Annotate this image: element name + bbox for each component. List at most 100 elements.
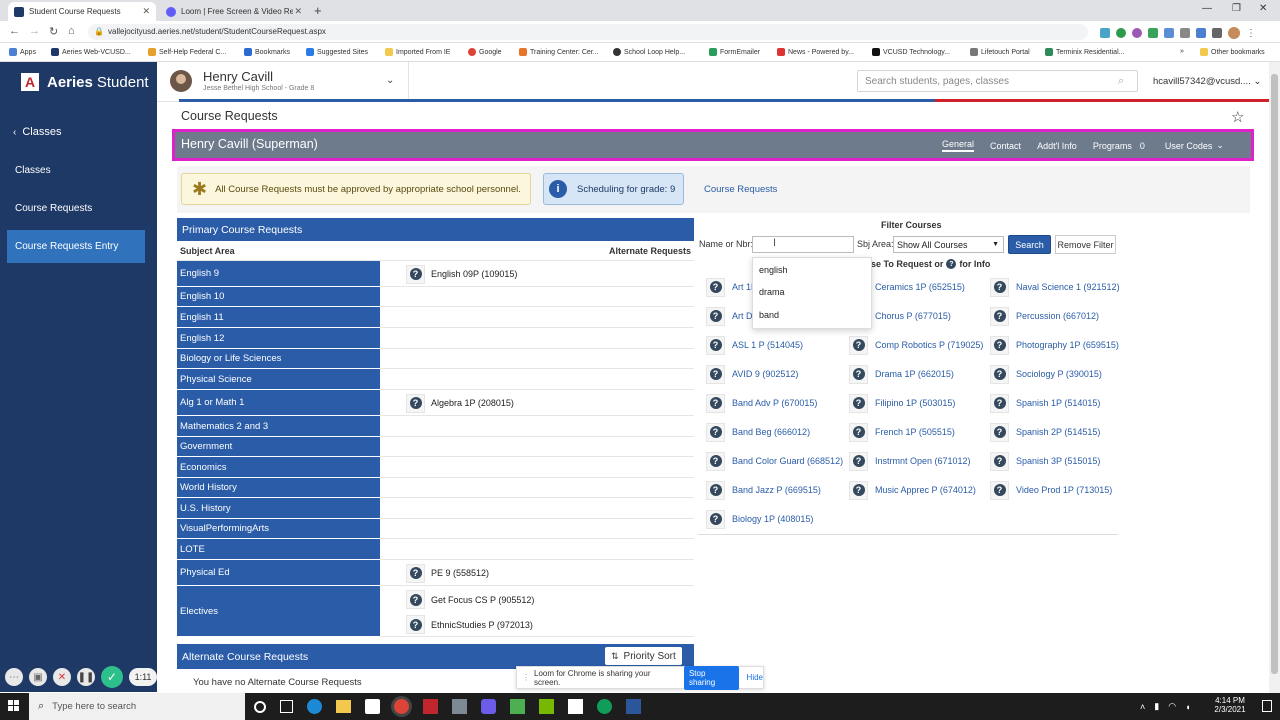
reload-icon[interactable]: ↻ [49,25,58,38]
available-course[interactable]: ? Percussion (667012) [990,303,1099,329]
finish-recording-icon[interactable]: ✓ [101,666,123,688]
bookmarks-overflow-icon[interactable]: » [1180,48,1184,55]
chrome-icon[interactable] [394,699,409,714]
course-info-button[interactable]: ? [990,480,1009,500]
app-icon[interactable] [452,699,467,714]
extension-icon[interactable] [1164,28,1174,38]
available-course[interactable]: ? Band Jazz P (669515) [706,477,821,503]
course-info-button[interactable]: ? [990,306,1009,326]
app-icon[interactable] [481,699,496,714]
more-menu-icon[interactable]: ⋮ [1246,28,1256,39]
available-course-label[interactable]: Music Apprec P (674012) [875,485,976,495]
course-info-button[interactable]: ? [706,306,725,326]
course-info-button[interactable]: ? [406,264,425,284]
cancel-recording-icon[interactable]: ✕ [53,668,71,686]
available-course[interactable]: ? Art Di [706,303,755,329]
available-course-label[interactable]: Biology 1P (408015) [732,514,813,524]
course-info-button[interactable]: ? [706,393,725,413]
available-course-label[interactable]: Sociology P (390015) [1016,369,1102,379]
back-arrow-icon[interactable]: ← [9,25,20,37]
available-course[interactable]: ? Biology 1P (408015) [706,506,813,532]
sidebar-item-course-requests[interactable]: Course Requests [7,192,145,225]
available-course-label[interactable]: Band Adv P (670015) [732,398,817,408]
bookmark-item[interactable]: Lifetouch Portal [970,48,1030,56]
search-icon[interactable]: ⌕ [1118,75,1124,88]
tray-overflow-icon[interactable]: ˄ [1140,702,1145,712]
course-info-button[interactable]: ? [990,364,1009,384]
available-course[interactable]: ? Band Color Guard (668512) [706,448,843,474]
requested-course[interactable]: ? Get Focus CS P (905512) [406,590,534,609]
available-course[interactable]: ? Spanish 1P (514015) [990,390,1100,416]
windows-start-icon[interactable] [8,700,20,712]
available-course-label[interactable]: Chorus P (677015) [875,311,951,321]
student-switch-chevron-icon[interactable]: ⌄ [386,75,394,86]
course-info-button[interactable]: ? [406,615,425,634]
window-close-icon[interactable]: ✕ [1259,3,1267,14]
extension-icon[interactable] [1196,28,1206,38]
extension-icon[interactable] [1116,28,1126,38]
course-info-button[interactable]: ? [990,277,1009,297]
available-course-label[interactable]: French 1P (505515) [875,427,955,437]
clock[interactable]: 4:14 PM 2/3/2021 [1210,696,1250,714]
tab-programs[interactable]: Programs [1093,141,1132,151]
bookmark-item[interactable]: Apps [9,48,36,56]
course-info-button[interactable]: ? [706,480,725,500]
pause-icon[interactable]: ❚❚ [77,668,95,686]
available-course[interactable]: ? Sociology P (390015) [990,361,1102,387]
available-course-label[interactable]: Photography 1P (659515) [1016,340,1119,350]
bookmark-item[interactable]: Imported From IE [385,48,450,56]
stop-sharing-button[interactable]: Stop sharing [683,665,739,690]
available-course[interactable]: ? Band Beg (666012) [706,419,810,445]
remove-filter-button[interactable]: Remove Filter [1055,235,1116,254]
name-or-nbr-input[interactable] [752,236,854,253]
available-course-label[interactable]: AVID 9 (902512) [732,369,798,379]
course-info-button[interactable]: ? [990,422,1009,442]
restore-icon[interactable]: ❐ [1232,3,1241,14]
course-info-button[interactable]: ? [990,451,1009,471]
extension-icon[interactable] [1148,28,1158,38]
chevron-down-icon[interactable]: ⌄ [1216,140,1224,151]
available-course[interactable]: ? Spanish 3P (515015) [990,448,1100,474]
available-course-label[interactable]: Spanish 1P (514015) [1016,398,1100,408]
app-icon[interactable] [597,699,612,714]
close-tab-icon[interactable]: ✕ [294,6,302,17]
available-course[interactable]: ? Instrmnt Open (671012) [849,448,971,474]
course-info-button[interactable]: ? [406,563,425,583]
sidebar-item-course-requests-entry[interactable]: Course Requests Entry [7,230,145,263]
search-button[interactable]: Search [1008,235,1051,254]
aeries-brand[interactable]: A Aeries Student [0,62,157,102]
notification-icon[interactable] [1262,700,1272,712]
available-course-label[interactable]: Percussion (667012) [1016,311,1099,321]
available-course[interactable]: ? Band Adv P (670015) [706,390,817,416]
available-course[interactable]: ? Filipino 1P (503015) [849,390,955,416]
favorite-star-icon[interactable]: ☆ [1231,108,1244,126]
forward-arrow-icon[interactable]: → [29,25,40,37]
autocomplete-option[interactable]: band [759,310,779,320]
available-course[interactable]: ? Video Prod 1P (713015) [990,477,1112,503]
course-info-button[interactable]: ? [706,335,725,355]
requested-course[interactable]: ? PE 9 (558512) [406,563,489,583]
minimize-icon[interactable]: — [1202,3,1212,14]
course-info-button[interactable]: ? [706,422,725,442]
cortana-icon[interactable] [254,700,266,713]
requested-course[interactable]: ? Algebra 1P (208015) [406,393,514,413]
app-icon[interactable] [510,699,525,714]
available-course-label[interactable]: Band Jazz P (669515) [732,485,821,495]
more-icon[interactable]: ⋯ [5,668,23,686]
course-info-button[interactable]: ? [849,364,868,384]
course-info-button[interactable]: ? [849,451,868,471]
course-info-button[interactable]: ? [406,590,425,609]
wifi-icon[interactable]: ◠ [1168,701,1176,712]
file-explorer-icon[interactable] [336,700,351,713]
available-course-label[interactable]: Filipino 1P (503015) [875,398,955,408]
available-course[interactable]: ? Comp Robotics P (719025) [849,332,983,358]
bookmark-item[interactable]: Other bookmarks [1200,48,1265,56]
tab-contact[interactable]: Contact [990,141,1021,151]
taskbar-search[interactable]: ⌕ Type here to search [29,693,245,720]
course-info-button[interactable]: ? [706,364,725,384]
course-info-button[interactable]: ? [990,335,1009,355]
available-course-label[interactable]: Drama 1P (662015) [875,369,954,379]
bookmark-item[interactable]: News - Powered by... [777,48,854,56]
requested-course[interactable]: ? EthnicStudies P (972013) [406,615,533,634]
sidebar-item-classes[interactable]: Classes [7,154,145,187]
